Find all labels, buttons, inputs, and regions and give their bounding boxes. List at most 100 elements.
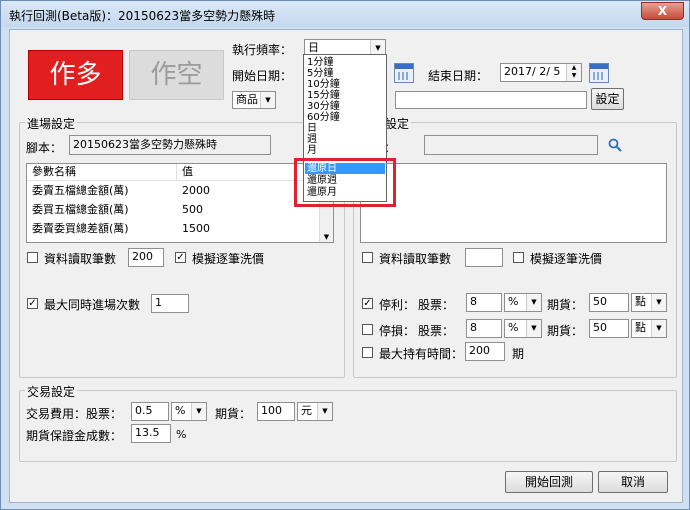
fee-stock-unit-select[interactable]: % ▼: [171, 402, 207, 421]
end-date-label: 結束日期：: [428, 69, 489, 83]
max-hold-unit: 期: [512, 347, 525, 361]
chevron-down-icon[interactable]: ▼: [651, 294, 666, 311]
trade-settings-title: 交易設定: [25, 383, 78, 400]
end-date-spinner[interactable]: ▲ ▼: [566, 64, 581, 81]
window-title: 執行回測(Beta版)：20150623當多空勢力懸殊時: [9, 9, 276, 23]
max-hold-value: 200: [469, 344, 490, 357]
tp-futures-unit-select[interactable]: 點 ▼: [631, 293, 667, 312]
trade-settings-group: [19, 390, 677, 462]
fee-stock-field[interactable]: 0.5: [131, 402, 169, 421]
tp-stock-value: 8: [470, 295, 477, 308]
freq-option[interactable]: 10分鐘: [307, 79, 340, 90]
table-row-name[interactable]: 委賣委買總差額(萬): [27, 221, 129, 237]
table-row-value[interactable]: 2000: [177, 183, 210, 199]
exit-read-bars-field[interactable]: [465, 248, 503, 267]
max-entries-value: 1: [155, 296, 162, 309]
table-row-value[interactable]: 500: [177, 202, 203, 218]
freq-option[interactable]: 30分鐘: [307, 101, 340, 112]
entry-read-bars-checkbox[interactable]: [27, 252, 38, 263]
exit-read-bars-checkbox[interactable]: [362, 252, 373, 263]
start-calendar-icon[interactable]: [394, 63, 414, 83]
sl-futures-label: 期貨：: [547, 324, 584, 338]
search-icon[interactable]: [608, 138, 622, 152]
max-entries-label: 最大同時進場次數: [44, 298, 141, 312]
entry-read-bars-label: 資料讀取筆數: [44, 252, 117, 266]
trade-fee-label: 交易費用：股票：: [26, 407, 123, 421]
sl-futures-unit: 點: [635, 321, 646, 334]
fee-futures-unit-select[interactable]: 元 ▼: [297, 402, 333, 421]
spin-down-icon[interactable]: ▼: [567, 72, 581, 80]
table-row-value[interactable]: 1500: [177, 221, 210, 237]
sl-futures-value: 50: [593, 321, 607, 334]
freq-option[interactable]: 60分鐘: [307, 112, 340, 123]
close-button[interactable]: X: [641, 2, 684, 20]
max-hold-label: 最大持有時間：: [379, 347, 464, 361]
take-profit-checkbox[interactable]: ✓: [362, 298, 373, 309]
short-button[interactable]: 作空: [129, 50, 224, 100]
fee-futures-unit: 元: [301, 404, 312, 417]
tp-stock-unit: %: [508, 295, 519, 308]
max-entries-checkbox[interactable]: ✓: [27, 298, 38, 309]
backtest-dialog: 執行回測(Beta版)：20150623當多空勢力懸殊時 X 作多 作空 執行頻…: [0, 0, 690, 510]
tp-futures-label: 期貨：: [547, 298, 584, 312]
start-date-label: 開始日期：: [232, 69, 293, 83]
table-row-name[interactable]: 委賣五檔總金額(萬): [27, 183, 129, 199]
entry-simulate-label: 模擬逐筆洗價: [192, 252, 265, 266]
chevron-down-icon[interactable]: ▼: [191, 403, 206, 420]
scroll-down-icon[interactable]: ▼: [320, 233, 333, 241]
entry-params-table[interactable]: 參數名稱 值 委賣五檔總金額(萬) 2000 委買五檔總金額(萬) 500 委賣…: [26, 163, 334, 243]
entry-simulate-checkbox[interactable]: ✓: [175, 252, 186, 263]
freq-option[interactable]: 日: [307, 123, 317, 134]
freq-option[interactable]: 1分鐘: [307, 57, 333, 68]
freq-option[interactable]: 15分鐘: [307, 90, 340, 101]
max-hold-checkbox[interactable]: [362, 347, 373, 358]
sl-stock-value: 8: [470, 321, 477, 334]
stop-loss-label: 停損：: [379, 324, 416, 338]
cancel-button[interactable]: 取消: [598, 471, 668, 493]
sl-futures-unit-select[interactable]: 點 ▼: [631, 319, 667, 338]
freq-option[interactable]: 月: [307, 145, 317, 156]
product-value: 商品: [236, 93, 258, 106]
table-row-name[interactable]: 委買五檔總金額(萬): [27, 202, 129, 218]
start-backtest-button[interactable]: 開始回測: [505, 471, 593, 493]
chevron-down-icon[interactable]: ▼: [260, 92, 275, 108]
sl-stock-field[interactable]: 8: [466, 319, 502, 338]
margin-value: 13.5: [135, 426, 160, 439]
tp-stock-field[interactable]: 8: [466, 293, 502, 312]
product-select[interactable]: 商品 ▼: [232, 91, 276, 109]
margin-label: 期貨保證金成數：: [26, 429, 123, 443]
settings-button[interactable]: 設定: [591, 88, 624, 110]
freq-option[interactable]: 5分鐘: [307, 68, 333, 79]
fee-stock-value: 0.5: [135, 404, 153, 417]
tp-stock-unit-select[interactable]: % ▼: [504, 293, 542, 312]
exit-read-bars-label: 資料讀取筆數: [379, 252, 452, 266]
chevron-down-icon[interactable]: ▼: [651, 320, 666, 337]
end-calendar-icon[interactable]: [589, 63, 609, 83]
chevron-down-icon[interactable]: ▼: [526, 294, 541, 311]
tp-futures-field[interactable]: 50: [589, 293, 629, 312]
chevron-down-icon[interactable]: ▼: [317, 403, 332, 420]
tp-futures-value: 50: [593, 295, 607, 308]
stop-loss-checkbox[interactable]: [362, 324, 373, 335]
fee-futures-value: 100: [261, 404, 282, 417]
fee-futures-label: 期貨：: [215, 407, 252, 421]
exit-simulate-checkbox[interactable]: [513, 252, 524, 263]
max-hold-field[interactable]: 200: [465, 342, 505, 361]
sl-stock-unit-select[interactable]: % ▼: [504, 319, 542, 338]
sl-futures-field[interactable]: 50: [589, 319, 629, 338]
fee-futures-field[interactable]: 100: [257, 402, 295, 421]
max-entries-field[interactable]: 1: [151, 294, 189, 313]
chevron-down-icon[interactable]: ▼: [526, 320, 541, 337]
long-button[interactable]: 作多: [28, 50, 123, 100]
exit-params-table[interactable]: [360, 163, 667, 243]
end-date-value: 2017/ 2/ 5: [504, 65, 561, 78]
entry-settings-title: 進場設定: [25, 115, 78, 132]
col-param-name[interactable]: 參數名稱: [27, 164, 177, 181]
exit-script-field[interactable]: [424, 135, 598, 155]
freq-option[interactable]: 週: [307, 134, 317, 145]
entry-read-bars-field[interactable]: 200: [128, 248, 164, 267]
spin-up-icon[interactable]: ▲: [567, 64, 581, 72]
margin-field[interactable]: 13.5: [131, 424, 171, 443]
entry-script-field[interactable]: 20150623當多空勢力懸殊時: [69, 135, 271, 155]
product-field[interactable]: [395, 91, 587, 109]
